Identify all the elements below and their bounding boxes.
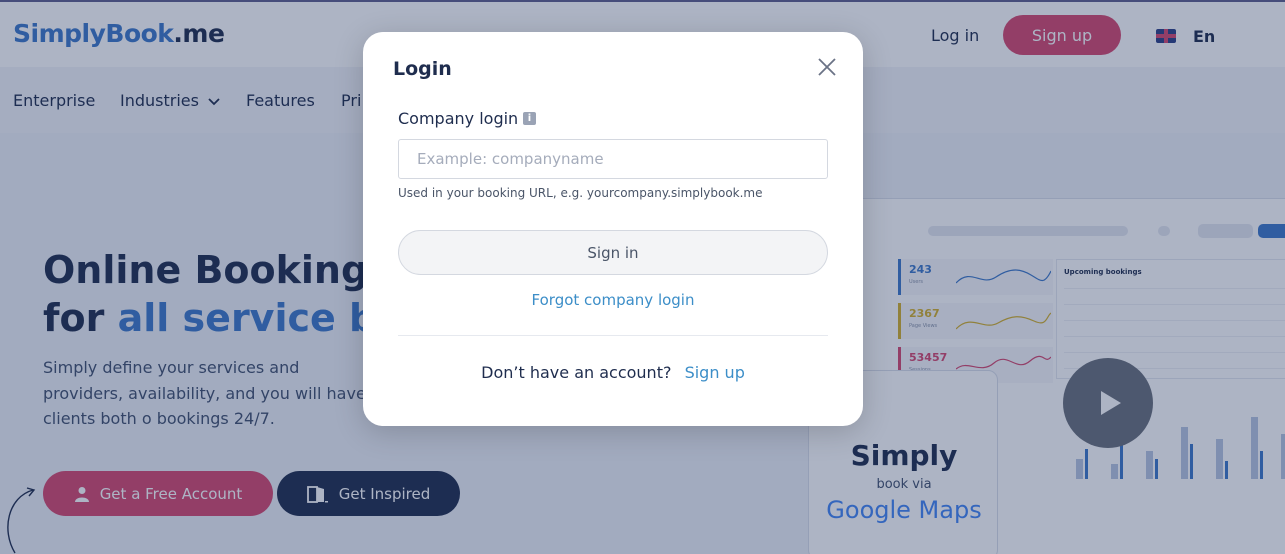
forgot-company-login-link: Forgot company login: [531, 291, 695, 309]
sign-in-button[interactable]: Sign in: [398, 230, 828, 275]
no-account-row: Don’t have an account? Sign up: [363, 363, 863, 382]
company-login-hint: Used in your booking URL, e.g. yourcompa…: [398, 186, 763, 200]
info-icon[interactable]: i: [523, 112, 536, 125]
login-modal: Login Company login i Used in your booki…: [363, 32, 863, 426]
modal-signup-link[interactable]: Sign up: [685, 363, 745, 382]
close-icon[interactable]: [815, 55, 839, 79]
company-login-input[interactable]: [398, 139, 828, 179]
company-login-label: Company login: [398, 109, 519, 128]
modal-divider: [398, 335, 828, 336]
no-account-text: Don’t have an account?: [481, 363, 672, 382]
modal-title: Login: [393, 58, 452, 80]
